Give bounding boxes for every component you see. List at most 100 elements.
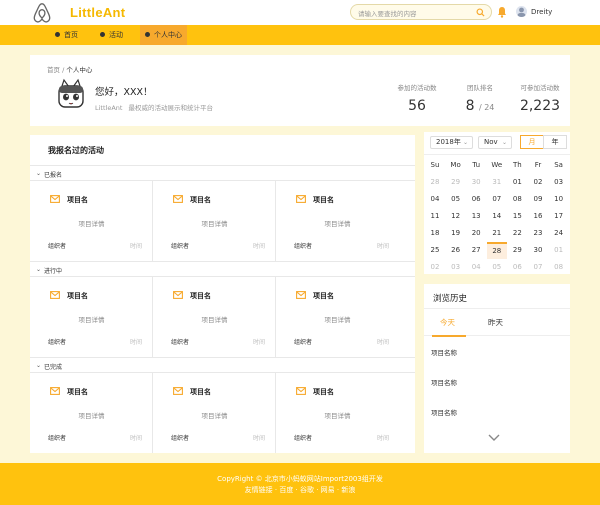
activity-card[interactable]: 项目名 项目详情 组织者 时间	[30, 373, 153, 453]
activity-card[interactable]: 项目名 项目详情 组织者 时间	[276, 181, 399, 261]
calendar-day[interactable]: 23	[528, 225, 548, 242]
mode-year-button[interactable]: 年	[543, 135, 567, 149]
group-label: 已完成	[44, 364, 63, 371]
calendar-day[interactable]: 26	[446, 242, 466, 259]
calendar: 2018年 ⌄ Nov ⌄ 月 年 Su Mo Tu We Th Fr Sa 28 29 30 31 01…	[424, 132, 570, 274]
calendar-day[interactable]: 18	[425, 225, 445, 242]
history-item[interactable]: 项目名称	[431, 347, 457, 357]
calendar-day[interactable]: 11	[425, 208, 445, 225]
calendar-day[interactable]: 30	[528, 242, 548, 259]
calendar-day[interactable]: 29	[446, 174, 466, 191]
tab-yesterday[interactable]: 昨天	[488, 317, 503, 328]
year-select[interactable]: 2018年 ⌄	[430, 136, 473, 149]
nav-item-home[interactable]: 首页	[55, 25, 78, 45]
calendar-day[interactable]: 06	[507, 259, 527, 276]
calendar-day-today[interactable]: 28	[486, 242, 507, 259]
calendar-day[interactable]: 03	[446, 259, 466, 276]
calendar-day[interactable]: 01	[507, 174, 527, 191]
activity-time: 时间	[252, 243, 265, 250]
calendar-day[interactable]: 22	[507, 225, 527, 242]
group-header[interactable]: ⌄ 已完成	[30, 357, 415, 373]
chevron-down-icon[interactable]	[488, 434, 500, 442]
activity-name: 项目名	[313, 196, 334, 204]
calendar-day[interactable]: 06	[466, 191, 486, 208]
calendar-day[interactable]: 01	[549, 242, 569, 259]
username[interactable]: Dreity	[531, 8, 552, 16]
history-item[interactable]: 项目名称	[431, 407, 457, 417]
month-select[interactable]: Nov ⌄	[478, 136, 512, 149]
calendar-week-row: 18 19 20 21 22 23 24	[424, 225, 570, 242]
weekday-label: We	[491, 161, 503, 169]
activity-card[interactable]: 项目名 项目详情 组织者 时间	[153, 277, 276, 357]
activity-card[interactable]: 项目名 项目详情 组织者 时间	[30, 181, 153, 261]
calendar-day[interactable]: 24	[549, 225, 569, 242]
logo-text[interactable]: LittleAnt	[70, 5, 125, 20]
calendar-day[interactable]: 27	[466, 242, 486, 259]
mode-month-button[interactable]: 月	[520, 135, 544, 149]
nav-dot-icon	[55, 32, 60, 37]
chevron-down-icon: ⌄	[36, 170, 42, 177]
calendar-day[interactable]: 31	[487, 174, 507, 191]
calendar-day[interactable]: 02	[528, 174, 548, 191]
search-box[interactable]: 请输入要查找的内容	[350, 4, 492, 20]
calendar-day[interactable]: 29	[507, 242, 527, 259]
activity-name: 项目名	[190, 196, 211, 204]
weekday-label: Mo	[450, 161, 461, 169]
calendar-day[interactable]: 09	[528, 191, 548, 208]
calendar-day[interactable]: 19	[446, 225, 466, 242]
user-avatar[interactable]	[516, 6, 527, 17]
calendar-day[interactable]: 17	[549, 208, 569, 225]
calendar-day[interactable]: 16	[528, 208, 548, 225]
calendar-day[interactable]: 20	[466, 225, 486, 242]
activity-organizer: 组织者	[171, 435, 190, 442]
calendar-day[interactable]: 02	[425, 259, 445, 276]
calendar-day[interactable]: 13	[466, 208, 486, 225]
group-header[interactable]: ⌄ 进行中	[30, 261, 415, 277]
calendar-day[interactable]: 04	[466, 259, 486, 276]
greeting: 您好，XXX！	[95, 87, 153, 98]
calendar-day[interactable]: 07	[487, 191, 507, 208]
footer-links[interactable]: 友情链接 · 百度 · 谷歌 · 网易 · 新浪	[0, 485, 600, 495]
group-header[interactable]: ⌄ 已报名	[30, 165, 415, 181]
activity-card[interactable]: 项目名 项目详情 组织者 时间	[153, 181, 276, 261]
activity-name: 项目名	[313, 292, 334, 300]
calendar-day[interactable]: 28	[425, 174, 445, 191]
calendar-day[interactable]: 12	[446, 208, 466, 225]
weekday-label: Su	[430, 161, 440, 169]
activity-organizer: 组织者	[48, 435, 67, 442]
breadcrumb-home[interactable]: 首页	[47, 66, 60, 74]
calendar-day[interactable]: 05	[487, 259, 507, 276]
calendar-day[interactable]: 14	[487, 208, 507, 225]
activity-card[interactable]: 项目名 项目详情 组织者 时间	[276, 373, 399, 453]
nav-item-profile[interactable]: 个人中心	[140, 25, 187, 45]
calendar-day[interactable]: 21	[487, 225, 507, 242]
calendar-day[interactable]: 05	[446, 191, 466, 208]
activity-time: 时间	[129, 435, 142, 442]
activity-name: 项目名	[67, 388, 88, 396]
calendar-day[interactable]: 10	[549, 191, 569, 208]
calendar-day[interactable]: 08	[507, 191, 527, 208]
calendar-day[interactable]: 04	[425, 191, 445, 208]
calendar-day[interactable]: 07	[528, 259, 548, 276]
calendar-day[interactable]: 25	[425, 242, 445, 259]
activity-card[interactable]: 项目名 项目详情 组织者 时间	[30, 277, 153, 357]
stat-value: 56	[408, 98, 426, 114]
search-icon[interactable]	[476, 8, 485, 17]
activity-card[interactable]: 项目名 项目详情 组织者 时间	[276, 277, 399, 357]
calendar-day[interactable]: 30	[466, 174, 486, 191]
calendar-day[interactable]: 08	[549, 259, 569, 276]
activity-detail: 项目详情	[201, 412, 228, 420]
calendar-day[interactable]: 03	[549, 174, 569, 191]
activity-card[interactable]: 项目名 项目详情 组织者 时间	[153, 373, 276, 453]
bell-icon[interactable]	[497, 6, 507, 18]
nav-item-activities[interactable]: 活动	[100, 25, 123, 45]
airbnb-logo-icon[interactable]	[32, 2, 52, 24]
search-input[interactable]: 请输入要查找的内容	[358, 8, 417, 18]
history-item[interactable]: 项目名称	[431, 377, 457, 387]
activity-name: 项目名	[190, 292, 211, 300]
calendar-day[interactable]: 15	[507, 208, 527, 225]
tab-today[interactable]: 今天	[440, 317, 455, 328]
active-tab-indicator	[432, 335, 466, 337]
stat-value: 8 / 24	[465, 98, 495, 114]
weekday-label: Sa	[554, 161, 563, 169]
